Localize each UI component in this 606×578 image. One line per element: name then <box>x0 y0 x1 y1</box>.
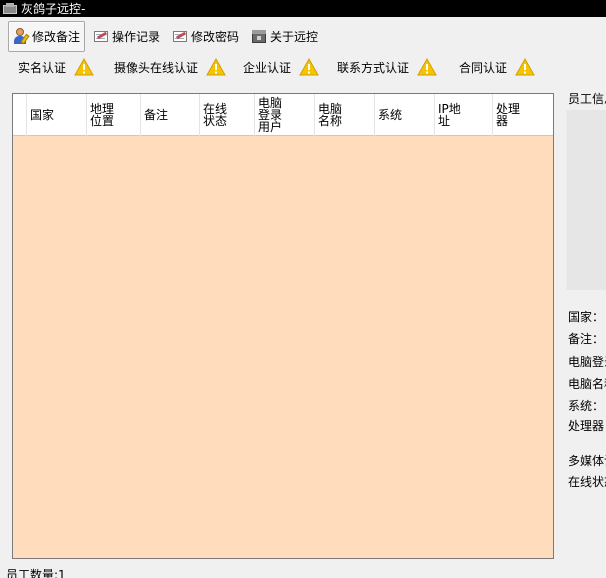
field-processor: 处理器： <box>568 419 606 433</box>
cert-contact-label: 联系方式认证 <box>337 60 410 75</box>
col-country[interactable]: 国家 <box>27 94 87 136</box>
cert-camera[interactable]: 摄像头在线认证 <box>114 58 226 76</box>
warning-icon <box>206 58 226 76</box>
warning-icon <box>299 58 319 76</box>
cert-contract-label: 合同认证 <box>459 60 508 75</box>
log-icon <box>93 28 109 44</box>
about-button[interactable]: 关于远控 <box>247 21 322 52</box>
cert-contact[interactable]: 联系方式认证 <box>337 58 437 76</box>
cert-enterprise[interactable]: 企业认证 <box>243 58 319 76</box>
employee-table[interactable]: 国家 地理 位置 备注 在线 状态 电脑 登录 用户 电脑 名称 系统 IP地 … <box>12 93 554 559</box>
cert-contract[interactable]: 合同认证 <box>459 58 535 76</box>
certification-bar: 实名认证 摄像头在线认证 企业认证 联系方式认证 合同认证 <box>0 56 606 80</box>
change-password-label: 修改密码 <box>191 29 240 44</box>
operation-log-label: 操作记录 <box>112 29 161 44</box>
field-system: 系统： <box>568 399 605 413</box>
col-system[interactable]: 系统 <box>375 94 435 136</box>
cert-realname[interactable]: 实名认证 <box>18 58 94 76</box>
about-icon <box>251 28 267 44</box>
col-online-status[interactable]: 在线 状态 <box>200 94 255 136</box>
employee-info-panel: 员工信息 国家： 备注： 电脑登录用户： 电脑名称： 系统： 处理器： 多媒体设… <box>562 88 606 558</box>
warning-icon <box>515 58 535 76</box>
col-location[interactable]: 地理 位置 <box>87 94 141 136</box>
col-ip-address[interactable]: IP地 址 <box>435 94 493 136</box>
cert-enterprise-label: 企业认证 <box>243 60 292 75</box>
operation-log-button[interactable]: 操作记录 <box>89 21 164 52</box>
warning-icon <box>417 58 437 76</box>
app-icon <box>3 2 17 15</box>
table-header: 国家 地理 位置 备注 在线 状态 电脑 登录 用户 电脑 名称 系统 IP地 … <box>13 94 553 136</box>
col-login-user[interactable]: 电脑 登录 用户 <box>255 94 315 136</box>
row-selector-header[interactable] <box>13 94 27 136</box>
field-online-status: 在线状态： <box>568 475 606 489</box>
field-note: 备注： <box>568 332 605 346</box>
edit-note-button[interactable]: 修改备注 <box>8 20 86 52</box>
title-bar: 灰鸽子远控- <box>0 0 606 17</box>
field-computer-name: 电脑名称： <box>568 377 606 391</box>
status-bar: 员工数量:1 <box>6 566 66 578</box>
edit-note-label: 修改备注 <box>32 29 81 44</box>
user-edit-icon <box>13 28 30 45</box>
change-password-button[interactable]: 修改密码 <box>168 21 243 52</box>
employee-photo <box>566 110 606 290</box>
employee-count: 员工数量:1 <box>6 568 66 578</box>
toolbar: 修改备注 操作记录 修改密码 关于远控 <box>0 18 606 54</box>
field-login-user: 电脑登录用户： <box>568 355 606 369</box>
warning-icon <box>74 58 94 76</box>
cert-camera-label: 摄像头在线认证 <box>114 60 199 75</box>
cert-realname-label: 实名认证 <box>18 60 67 75</box>
field-multimedia: 多媒体设备： <box>568 454 606 468</box>
password-icon <box>172 28 188 44</box>
field-country: 国家： <box>568 310 605 324</box>
about-label: 关于远控 <box>270 29 319 44</box>
col-note[interactable]: 备注 <box>141 94 200 136</box>
panel-title: 员工信息 <box>568 92 606 106</box>
col-processor[interactable]: 处理 器 <box>493 94 553 136</box>
col-computer-name[interactable]: 电脑 名称 <box>315 94 375 136</box>
window-title: 灰鸽子远控- <box>21 2 86 16</box>
